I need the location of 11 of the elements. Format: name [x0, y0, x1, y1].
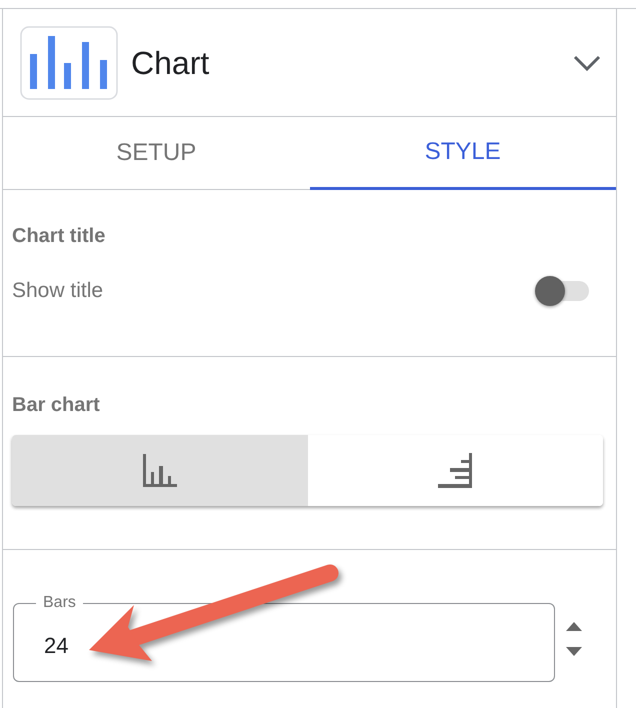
column-chart-icon — [142, 454, 177, 487]
section-heading: Chart title — [12, 224, 106, 248]
caret-down-icon[interactable] — [566, 646, 582, 656]
chevron-down-icon[interactable] — [573, 54, 601, 70]
section-heading: Bar chart — [12, 393, 100, 417]
bar-chart-icon — [20, 26, 118, 100]
horizontal-bar-chart-icon — [438, 453, 472, 488]
chart-type-name: Chart — [131, 44, 210, 82]
toggle-label: Show title — [12, 278, 104, 304]
toggle-switch[interactable] — [535, 276, 589, 306]
caret-up-icon[interactable] — [566, 622, 582, 630]
